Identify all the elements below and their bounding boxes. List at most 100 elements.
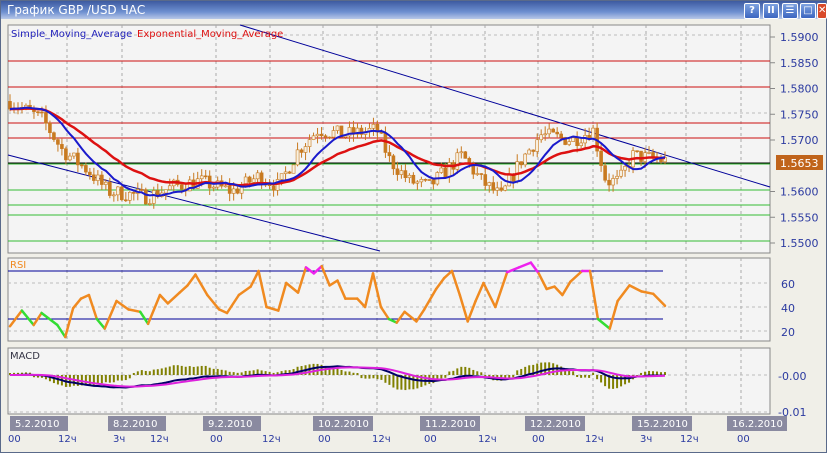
price-chart[interactable]: Simple_Moving_Average Exponential_Moving… (0, 0, 827, 453)
candle-body (120, 186, 124, 201)
candle-body (483, 174, 488, 186)
candle-body (547, 128, 551, 135)
time-label: 3ч (113, 434, 125, 445)
candle-body (211, 186, 216, 189)
candle-body (104, 181, 108, 185)
candle-body (251, 178, 256, 183)
rsi-tick: 60 (781, 278, 795, 291)
candle-body (535, 139, 539, 152)
candle-body (439, 167, 444, 173)
candle-body (52, 132, 56, 140)
candle-body (415, 181, 420, 184)
time-label: 12ч (680, 434, 699, 445)
price-axis-label: 1.5550 (780, 211, 819, 224)
candle-body (36, 111, 40, 114)
date-label: 9.2.2010 (208, 419, 253, 430)
candle-body (147, 203, 152, 205)
candle-body (419, 179, 424, 183)
candle-body (371, 123, 376, 129)
candle-body (463, 151, 468, 159)
candle-body (139, 189, 144, 191)
candle-body (60, 144, 64, 149)
rsi-label: RSI (10, 260, 26, 271)
price-axis-label: 1.5800 (780, 83, 819, 96)
legend-ema: Exponential_Moving_Average (137, 29, 283, 40)
price-axis-label: 1.5600 (780, 186, 819, 199)
candle-body (311, 135, 316, 140)
candle-body (407, 174, 412, 179)
date-label: 11.2.2010 (425, 419, 476, 430)
candle-body (132, 191, 136, 194)
candle-body (291, 164, 296, 174)
time-label: 00 (532, 434, 545, 445)
candle-body (279, 173, 284, 180)
candle-body (247, 176, 252, 183)
candle-body (619, 169, 623, 177)
candle-body (323, 135, 328, 138)
candle-body (96, 174, 100, 181)
candle-body (235, 188, 240, 194)
candle-body (443, 167, 448, 178)
candle-body (303, 146, 308, 153)
candle-body (167, 185, 172, 190)
date-label: 10.2.2010 (318, 419, 369, 430)
candle-body (615, 175, 619, 179)
candle-body (527, 149, 532, 155)
candle-body (503, 185, 508, 191)
candle-body (475, 173, 480, 175)
candle-body (223, 185, 228, 188)
candle-body (579, 142, 583, 146)
candle-body (143, 189, 148, 205)
time-label: 00 (737, 434, 750, 445)
candle-body (335, 125, 340, 131)
time-label: 00 (210, 434, 223, 445)
candle-body (603, 165, 607, 181)
candle-body (84, 165, 88, 173)
time-label: 12ч (478, 434, 497, 445)
time-label: 12ч (150, 434, 169, 445)
price-axis-label: 1.5850 (780, 57, 819, 70)
candle-body (116, 186, 120, 196)
candle-body (431, 179, 436, 185)
candle-body (575, 137, 579, 146)
candle-body (591, 127, 595, 140)
candle-body (551, 128, 555, 133)
candle-body (479, 173, 484, 175)
candle-body (515, 161, 520, 182)
candle-body (319, 133, 324, 137)
candle-body (519, 161, 524, 166)
candle-body (64, 148, 68, 161)
candle-body (231, 188, 236, 194)
candle-body (411, 174, 416, 184)
candle-body (499, 187, 504, 191)
candle-body (48, 122, 52, 133)
candle-body (108, 181, 112, 196)
candle-body (395, 168, 400, 175)
candle-body (539, 134, 543, 141)
candle-body (427, 179, 432, 181)
candle-body (567, 141, 571, 145)
candle-body (40, 111, 44, 114)
candle-body (128, 191, 132, 201)
candle-body (299, 149, 304, 153)
candle-body (72, 152, 76, 157)
candle-body (44, 112, 48, 124)
candle-body (227, 185, 232, 194)
candle-body (56, 139, 60, 145)
candle-body (487, 182, 492, 186)
candle-body (531, 149, 536, 152)
macd-tick: -0.00 (778, 370, 806, 383)
candle-body (571, 137, 575, 142)
candle-body (92, 174, 96, 181)
price-axis-label: 1.5500 (780, 237, 819, 250)
candle-body (287, 171, 292, 174)
date-label: 5.2.2010 (15, 419, 60, 430)
macd-label: MACD (10, 351, 40, 362)
candle-body (459, 151, 464, 154)
rsi-tick: 40 (781, 302, 795, 315)
candle-body (88, 171, 92, 176)
time-label: 12ч (262, 434, 281, 445)
candle-body (555, 131, 559, 135)
candle-body (403, 170, 408, 179)
candle-body (495, 187, 500, 191)
